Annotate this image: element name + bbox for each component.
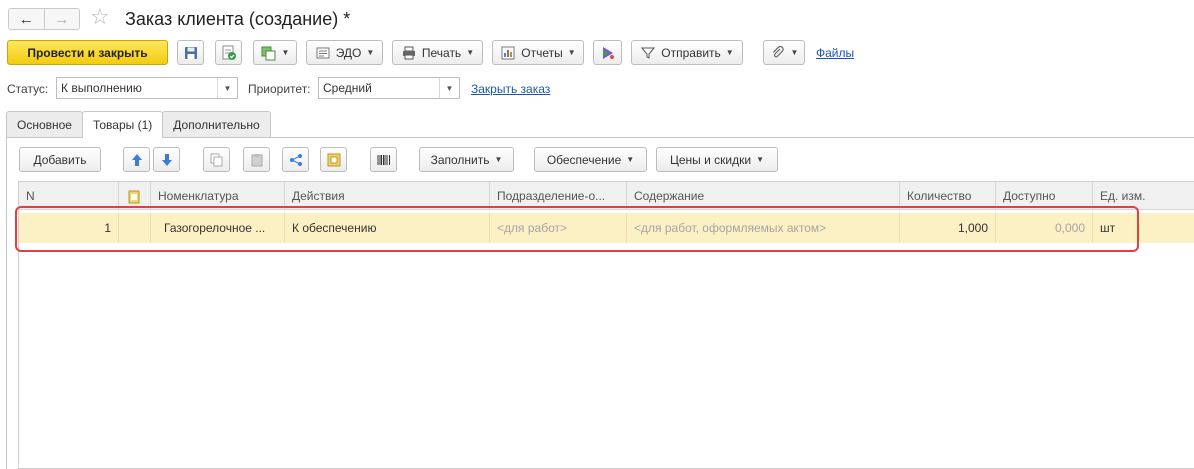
floppy-disk-icon [183,45,199,61]
create-based-on-button[interactable]: ▼ [253,40,297,65]
annotation-highlight-frame [15,206,1139,252]
pick-items-icon [326,152,342,168]
post-document-icon [221,45,237,61]
workflow-button[interactable] [593,40,622,65]
tab-main[interactable]: Основное [6,111,83,137]
close-order-link[interactable]: Закрыть заказ [471,82,550,96]
send-button[interactable]: Отправить ▼ [631,40,743,65]
edo-icon [315,45,331,61]
paperclip-icon [770,45,786,61]
document-flag-icon [126,189,142,205]
back-button[interactable]: ← [9,9,44,29]
chevron-down-icon: ▼ [790,48,799,57]
print-button[interactable]: Печать ▼ [392,40,483,65]
tab-additional[interactable]: Дополнительно [162,111,271,137]
chevron-down-icon: ▼ [626,155,635,164]
chevron-down-icon: ▼ [756,155,764,164]
paste-icon [249,152,265,168]
post-button[interactable] [215,40,242,65]
split-icon [288,152,304,168]
add-row-button[interactable]: Добавить [19,147,101,172]
workflow-icon [600,45,616,61]
edo-button[interactable]: ЭДО ▼ [306,40,383,65]
arrow-right-icon: → [54,10,70,28]
pick-items-button[interactable] [320,147,347,172]
reports-icon [500,45,516,61]
create-based-on-icon [261,45,277,61]
supply-button[interactable]: Обеспечение ▼ [534,147,647,172]
priority-label: Приоритет: [248,82,311,96]
post-and-close-button[interactable]: Провести и закрыть [7,40,168,65]
supply-label: Обеспечение [546,152,622,167]
page-title: Заказ клиента (создание) * [125,9,351,29]
edo-label: ЭДО [335,45,362,60]
status-field[interactable]: К выполнению ▼ [56,77,238,99]
chevron-down-icon: ▼ [567,48,576,57]
fill-button[interactable]: Заполнить ▼ [419,147,514,172]
send-label: Отправить [661,45,721,60]
post-and-close-label: Провести и закрыть [27,45,148,60]
prices-discounts-button[interactable]: Цены и скидки ▼ [656,147,778,172]
dropdown-caret-icon[interactable]: ▼ [439,78,459,98]
reports-button[interactable]: Отчеты ▼ [492,40,584,65]
prices-discounts-label: Цены и скидки [669,152,752,167]
fill-label: Заполнить [430,152,490,167]
tab-strip: Основное Товары (1) Дополнительно [6,111,271,138]
files-link[interactable]: Файлы [816,46,854,60]
chevron-down-icon: ▼ [466,48,475,57]
reports-label: Отчеты [521,45,563,60]
priority-value: Средний [323,81,372,95]
send-icon [640,45,656,61]
command-bar: Провести и закрыть ▼ ЭДО ▼ Печать ▼ Отче… [0,40,1194,66]
priority-field[interactable]: Средний ▼ [318,77,460,99]
arrow-up-icon [129,152,145,168]
star-icon[interactable]: ☆ [90,5,110,29]
move-up-button[interactable] [123,147,150,172]
print-label: Печать [421,45,462,60]
copy-rows-button[interactable] [203,147,230,172]
arrow-left-icon: ← [18,10,34,28]
move-down-button[interactable] [153,147,180,172]
chevron-down-icon: ▼ [281,48,290,57]
arrow-down-icon [159,152,175,168]
status-label: Статус: [7,82,49,96]
title-bar: ← → ☆ Заказ клиента (создание) * [0,0,1194,38]
copy-icon [209,152,225,168]
save-button[interactable] [177,40,204,65]
attachments-button[interactable]: ▼ [763,40,805,65]
chevron-down-icon: ▼ [366,48,375,57]
dropdown-caret-icon[interactable]: ▼ [217,78,237,98]
navigation-group: ← → [8,8,80,30]
forward-button[interactable]: → [43,9,80,29]
add-row-label: Добавить [33,152,87,167]
barcode-icon [376,152,392,168]
tab-goods[interactable]: Товары (1) [81,111,164,138]
barcode-button[interactable] [370,147,397,172]
chevron-down-icon: ▼ [494,155,503,164]
chevron-down-icon: ▼ [725,48,734,57]
printer-icon [401,45,417,61]
status-value: К выполнению [61,81,142,95]
paste-rows-button[interactable] [243,147,270,172]
split-row-button[interactable] [282,147,309,172]
